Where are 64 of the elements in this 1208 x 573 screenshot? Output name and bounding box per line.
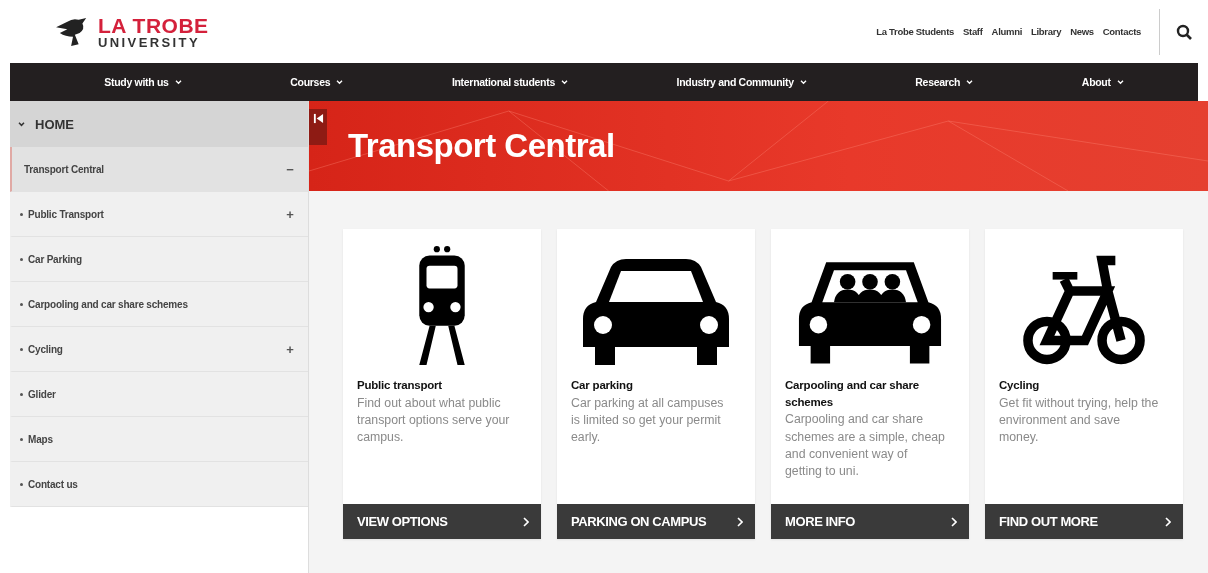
card-button[interactable]: PARKING ON CAMPUS	[557, 504, 755, 539]
top-link[interactable]: News	[1070, 26, 1094, 37]
nav-menu-item[interactable]: Research	[915, 76, 974, 88]
chevron-right-icon	[1165, 516, 1171, 527]
chevron-down-icon	[560, 79, 568, 85]
top-link[interactable]: Contacts	[1102, 26, 1141, 37]
top-link[interactable]: Library	[1031, 26, 1062, 37]
sidebar-item-label: Glider	[28, 388, 56, 400]
page-title: Transport Central	[348, 127, 615, 165]
card-title: Carpooling and car share schemes	[785, 378, 920, 410]
caret-icon	[18, 121, 25, 127]
sidebar-item-label: Transport Central	[24, 163, 104, 175]
chevron-right-icon	[737, 516, 743, 527]
sidebar-item[interactable]: Carpooling and car share schemes	[10, 282, 308, 327]
sidebar-item-label: Public Transport	[28, 208, 104, 220]
card-title: Car parking	[571, 378, 634, 393]
chevron-right-icon	[951, 516, 957, 527]
top-link[interactable]: La Trobe Students	[876, 26, 954, 37]
chevron-right-icon	[523, 516, 529, 527]
nav-menu-item[interactable]: International students	[451, 76, 568, 88]
sidebar-item[interactable]: Transport Central −	[10, 147, 308, 192]
expand-toggle[interactable]: −	[272, 147, 308, 191]
card-button[interactable]: FIND OUT MORE	[985, 504, 1183, 539]
sidebar-item[interactable]: Contact us	[10, 462, 308, 507]
logo-wordmark: LA TROBE	[98, 14, 209, 36]
nav-menu-item[interactable]: Courses	[290, 76, 344, 88]
sidebar-item-label: Contact us	[28, 478, 78, 490]
sidebar-item[interactable]: Cycling +	[10, 327, 308, 372]
sidebar-item-label: Carpooling and car share schemes	[28, 298, 188, 310]
sidebar-item-label: Maps	[28, 433, 53, 445]
card-description: Get fit without trying, help the environment and save money.	[999, 394, 1159, 447]
collapse-icon	[312, 113, 324, 124]
nav-menu-item[interactable]: Industry and Community	[676, 76, 807, 88]
expand-toggle[interactable]: +	[272, 327, 308, 371]
card-description: Find out about what public transport options serve your campus.	[357, 394, 511, 447]
car-icon	[581, 257, 731, 367]
expand-toggle[interactable]: +	[272, 192, 308, 236]
top-link[interactable]: Alumni	[991, 26, 1022, 37]
card-title: Cycling	[999, 378, 1041, 393]
top-link[interactable]: Staff	[963, 26, 983, 37]
nav-menu-item[interactable]: Study with us	[104, 76, 182, 88]
search-icon[interactable]	[1176, 23, 1192, 40]
chevron-down-icon	[966, 79, 974, 85]
sidebar-item[interactable]: Public Transport +	[10, 192, 308, 237]
home-label: HOME	[35, 116, 74, 132]
card-description: Car parking at all campuses is limited so get your permit early.	[571, 394, 725, 447]
sidebar-item[interactable]: Glider	[10, 372, 308, 417]
sidebar-item-label: Cycling	[28, 343, 63, 355]
home-row[interactable]: HOME	[10, 101, 308, 147]
logo-subtitle: UNIVERSITY	[98, 35, 201, 49]
collapse-sidebar-button[interactable]	[309, 109, 327, 145]
card-button[interactable]: VIEW OPTIONS	[343, 504, 541, 539]
chevron-down-icon	[1116, 79, 1124, 85]
chevron-down-icon	[336, 79, 344, 85]
bicycle-icon	[1022, 253, 1146, 367]
card-description: Carpooling and car share schemes are a simple, cheap and convenient way of getting to uni.	[785, 411, 945, 480]
sidebar-item[interactable]: Maps	[10, 417, 308, 462]
card-button[interactable]: MORE INFO	[771, 504, 969, 539]
chevron-down-icon	[174, 79, 182, 85]
chevron-down-icon	[799, 79, 807, 85]
card-title: Public transport	[357, 378, 443, 393]
nav-menu-item[interactable]: About	[1081, 76, 1124, 88]
sidebar-item[interactable]: Car Parking	[10, 237, 308, 282]
sidebar-item-label: Car Parking	[28, 253, 82, 265]
